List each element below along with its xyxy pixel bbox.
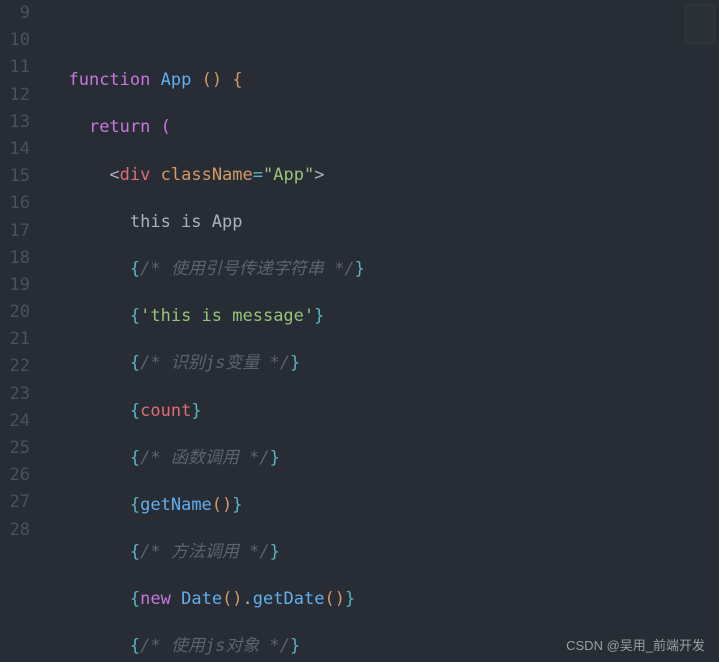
method: getDate <box>253 589 325 609</box>
brace: } <box>290 636 300 656</box>
class-name: Date <box>181 589 222 609</box>
line-number: 19 <box>0 272 30 299</box>
tag-open: < <box>109 165 119 185</box>
brace: { <box>130 401 140 421</box>
brace: } <box>270 448 280 468</box>
line-number: 25 <box>0 435 30 462</box>
line-number: 18 <box>0 245 30 272</box>
line-number: 14 <box>0 136 30 163</box>
code-line: {count} <box>48 398 719 425</box>
code-line <box>48 20 719 47</box>
brace: { <box>130 542 140 562</box>
line-number: 9 <box>0 0 30 27</box>
tag-name: div <box>120 165 151 185</box>
comment: /* 使用引号传递字符串 */ <box>140 259 354 279</box>
watermark-text: CSDN @吴用_前端开发 <box>566 635 705 654</box>
code-line: {'this is message'} <box>48 303 719 330</box>
line-number: 16 <box>0 190 30 217</box>
variable: count <box>140 401 191 421</box>
code-line: return ( <box>48 114 719 141</box>
line-number: 24 <box>0 408 30 435</box>
line-number: 21 <box>0 326 30 353</box>
brace: { <box>130 448 140 468</box>
comment: /* 识别js变量 */ <box>140 353 290 373</box>
brace: } <box>191 401 201 421</box>
line-number: 20 <box>0 299 30 326</box>
comment: /* 方法调用 */ <box>140 542 269 562</box>
code-editor[interactable]: 9 10 11 12 13 14 15 16 17 18 19 20 21 22… <box>0 0 719 662</box>
line-number: 23 <box>0 381 30 408</box>
brace: { <box>130 636 140 656</box>
line-number: 26 <box>0 462 30 489</box>
brace: { <box>130 495 140 515</box>
code-line: {/* 方法调用 */} <box>48 539 719 566</box>
paren: () <box>324 589 344 609</box>
brace: { <box>130 589 140 609</box>
string: 'this is message' <box>140 306 314 326</box>
line-number: 11 <box>0 54 30 81</box>
attr-name: className <box>161 165 253 185</box>
code-line: this is App <box>48 209 719 236</box>
line-number: 28 <box>0 517 30 544</box>
code-line: {/* 识别js变量 */} <box>48 350 719 377</box>
brace: { <box>130 306 140 326</box>
comment: /* 使用js对象 */ <box>140 636 290 656</box>
line-number: 15 <box>0 163 30 190</box>
string: "App" <box>263 165 314 185</box>
code-line: {new Date().getDate()} <box>48 586 719 613</box>
keyword: new <box>140 589 171 609</box>
paren: ( <box>161 117 171 137</box>
brace: } <box>355 259 365 279</box>
brace: } <box>290 353 300 373</box>
line-number: 17 <box>0 218 30 245</box>
code-line: {getName()} <box>48 492 719 519</box>
line-number: 22 <box>0 353 30 380</box>
code-area[interactable]: function App () { return ( <div classNam… <box>48 0 719 662</box>
dot: . <box>243 589 253 609</box>
jsx-text: this is App <box>130 212 243 232</box>
brace: } <box>232 495 242 515</box>
brace: { <box>130 353 140 373</box>
code-line: {/* 使用引号传递字符串 */} <box>48 256 719 283</box>
line-number: 13 <box>0 109 30 136</box>
paren: () <box>202 70 222 90</box>
line-number: 10 <box>0 27 30 54</box>
keyword: return <box>89 117 150 137</box>
line-number: 12 <box>0 82 30 109</box>
brace: { <box>232 70 242 90</box>
function-call: getName <box>140 495 212 515</box>
paren: () <box>222 589 242 609</box>
tag-close: > <box>314 165 324 185</box>
paren: () <box>212 495 232 515</box>
code-line: {/* 函数调用 */} <box>48 445 719 472</box>
code-line: <div className="App"> <box>48 162 719 189</box>
code-line: function App () { <box>48 67 719 94</box>
function-name: App <box>161 70 192 90</box>
keyword: function <box>68 70 150 90</box>
brace: { <box>130 259 140 279</box>
brace: } <box>314 306 324 326</box>
brace: } <box>270 542 280 562</box>
line-number-gutter: 9 10 11 12 13 14 15 16 17 18 19 20 21 22… <box>0 0 48 662</box>
comment: /* 函数调用 */ <box>140 448 269 468</box>
brace: } <box>345 589 355 609</box>
equals: = <box>253 165 263 185</box>
minimap[interactable] <box>685 4 715 44</box>
line-number: 27 <box>0 489 30 516</box>
